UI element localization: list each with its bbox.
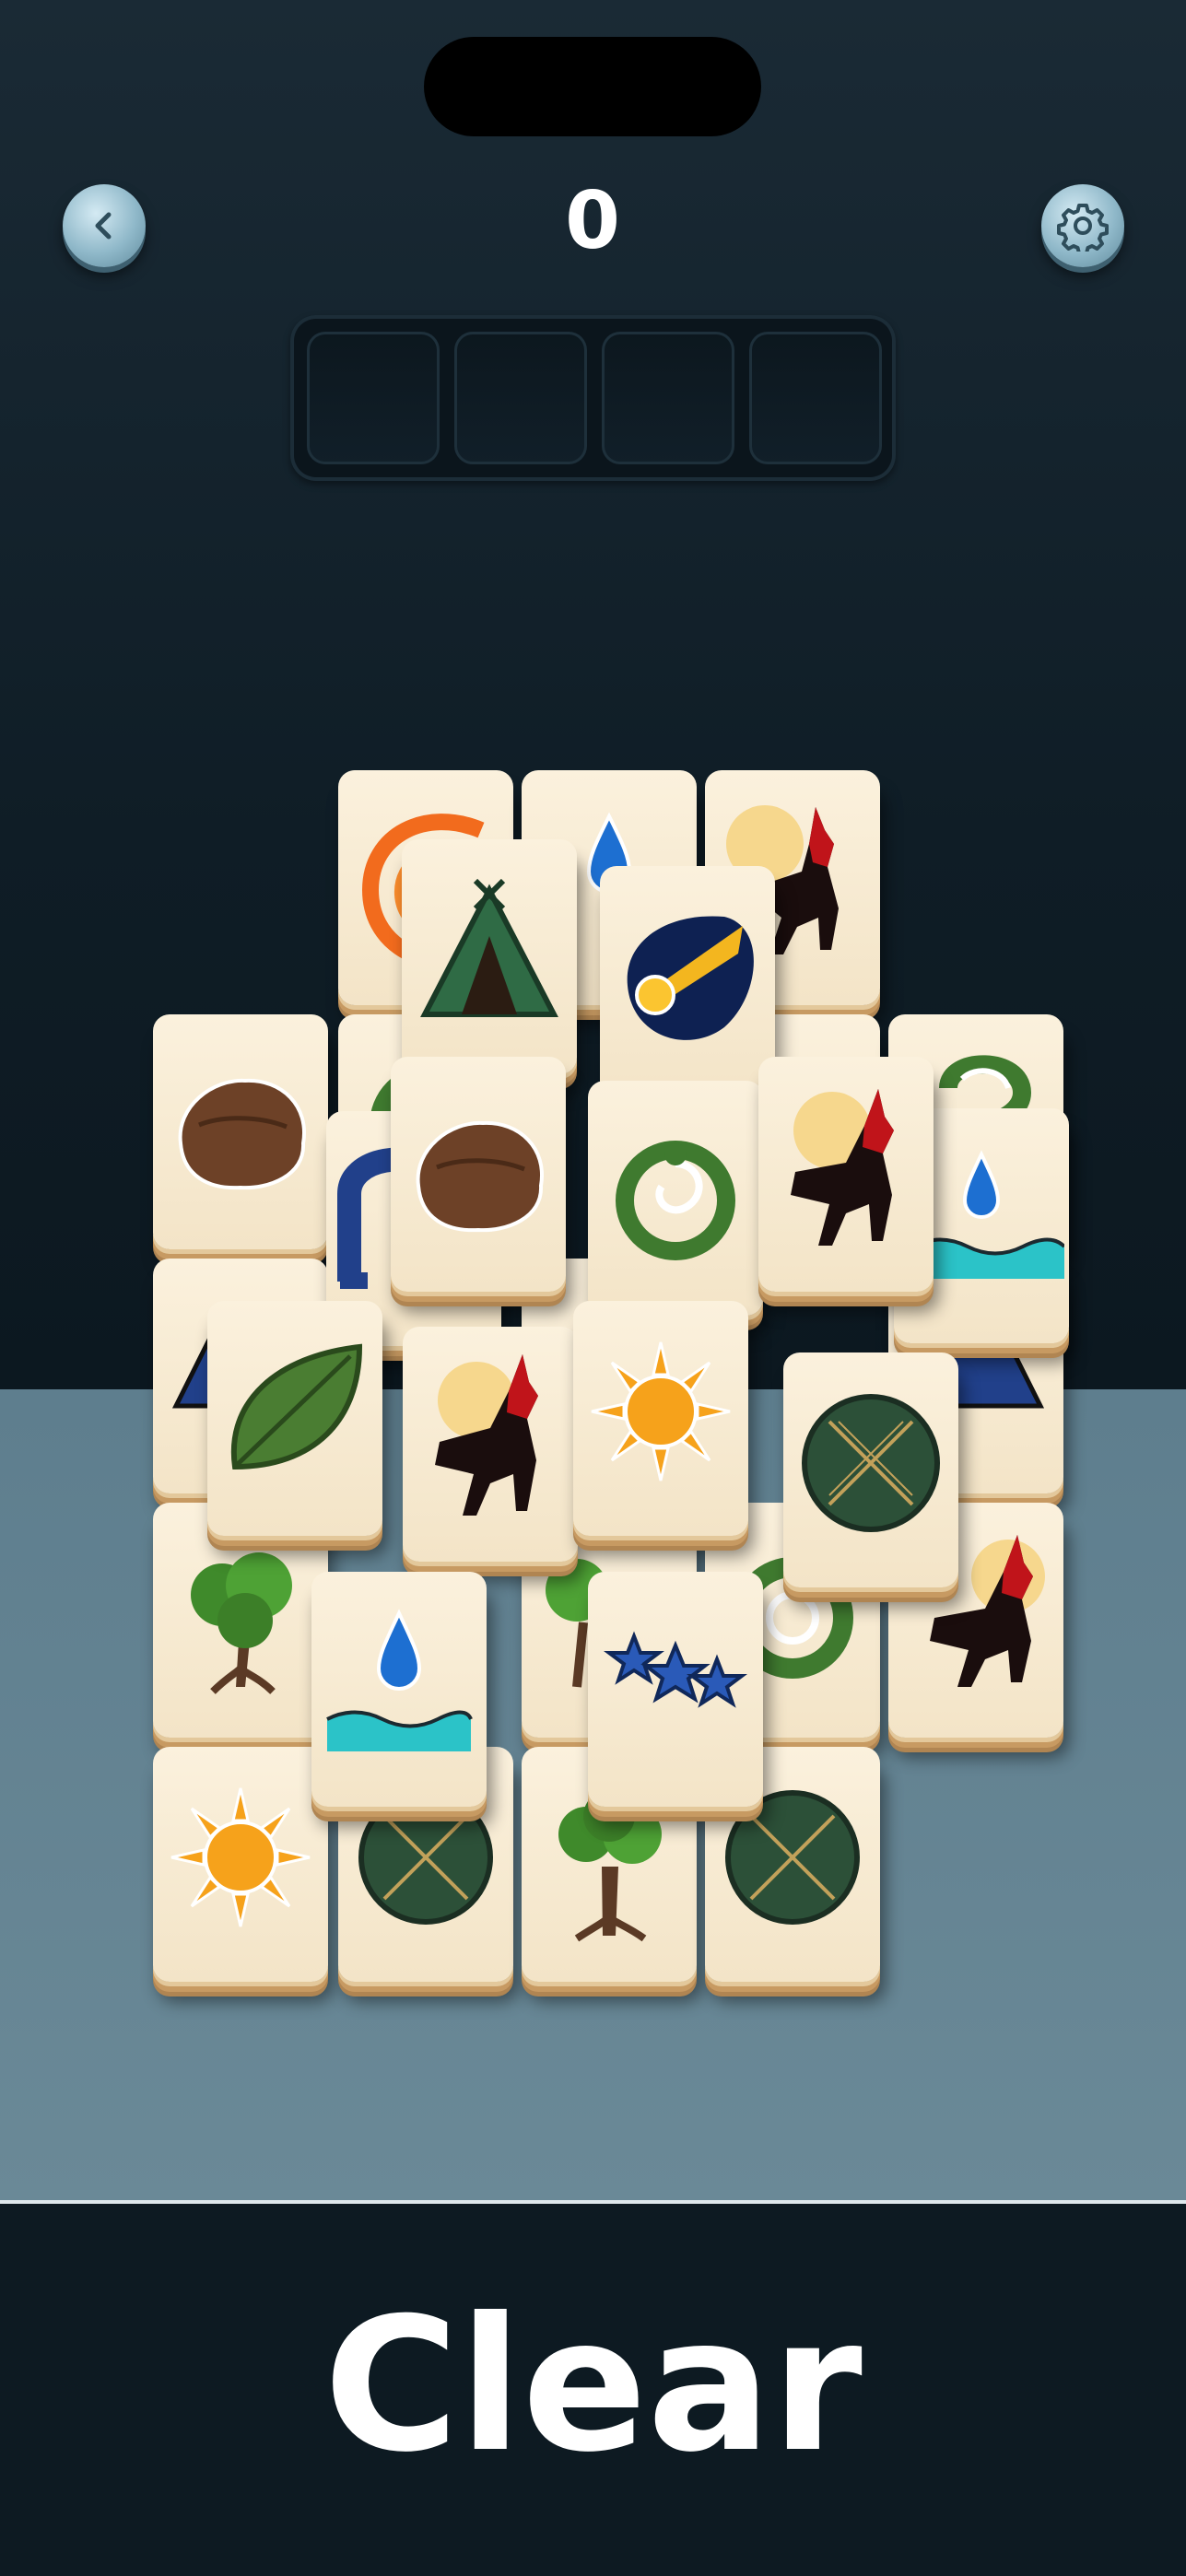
tray-slot: [454, 332, 587, 464]
settings-button[interactable]: [1041, 184, 1124, 267]
tile-snake[interactable]: [588, 1081, 763, 1316]
score-counter: 0: [565, 175, 620, 267]
back-button[interactable]: [63, 184, 146, 267]
tent-icon: [420, 878, 558, 1017]
comet-icon: [627, 916, 754, 1040]
chevron-left-icon: [95, 212, 112, 240]
tile-tray: [290, 315, 896, 481]
tile-rock[interactable]: [391, 1057, 566, 1292]
wolf-moon-icon: [791, 1089, 894, 1246]
tile-tent[interactable]: [402, 839, 577, 1074]
tile-comet[interactable]: [600, 866, 775, 1101]
gear-icon: [1057, 204, 1109, 252]
tile-wolf-moon[interactable]: [403, 1327, 578, 1562]
tile-water-wave[interactable]: [311, 1572, 487, 1807]
shield-icon: [802, 1394, 940, 1532]
tray-slot: [749, 332, 882, 464]
tray-slot: [307, 332, 440, 464]
tile-sun[interactable]: [573, 1301, 748, 1536]
tray-slot: [602, 332, 734, 464]
sun-icon: [591, 1341, 731, 1481]
tile-sun[interactable]: [153, 1747, 328, 1982]
leaf-icon: [230, 1343, 363, 1470]
tile-wolf-moon[interactable]: [758, 1057, 934, 1292]
water-wave-icon: [326, 1609, 473, 1751]
tile-rock[interactable]: [153, 1014, 328, 1249]
tile-leaf[interactable]: [207, 1301, 382, 1536]
rock-icon: [416, 1120, 544, 1233]
rock-icon: [178, 1078, 306, 1190]
clear-title: Clear: [323, 2278, 863, 2493]
tile-stars[interactable]: [588, 1572, 763, 1807]
snake-icon: [616, 1141, 735, 1260]
wolf-moon-icon: [435, 1354, 538, 1516]
device-notch: [424, 37, 761, 136]
tree-icon: [191, 1552, 292, 1694]
stars-icon: [604, 1631, 747, 1708]
sun-icon: [170, 1787, 311, 1927]
tile-tree[interactable]: [153, 1503, 328, 1738]
tile-shield[interactable]: [783, 1352, 958, 1587]
